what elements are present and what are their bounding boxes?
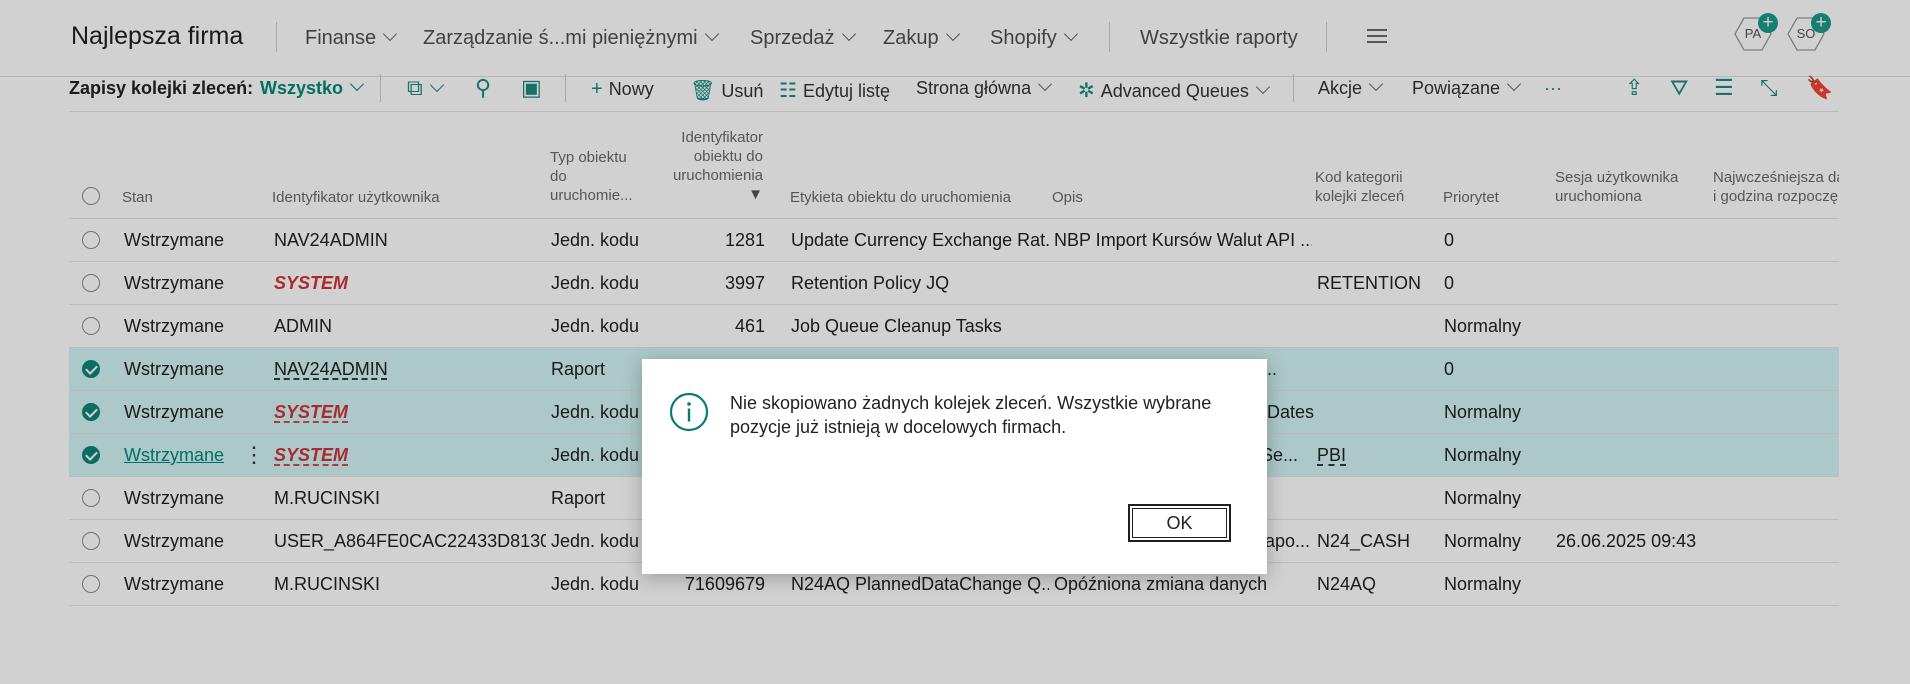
message-dialog: Nie skopiowano żadnych kolejek zleceń. W… [642, 359, 1267, 574]
dialog-message: Nie skopiowano żadnych kolejek zleceń. W… [730, 393, 1212, 437]
modal-overlay [0, 0, 1910, 684]
ok-button[interactable]: OK [1128, 504, 1231, 542]
info-icon [669, 392, 709, 432]
